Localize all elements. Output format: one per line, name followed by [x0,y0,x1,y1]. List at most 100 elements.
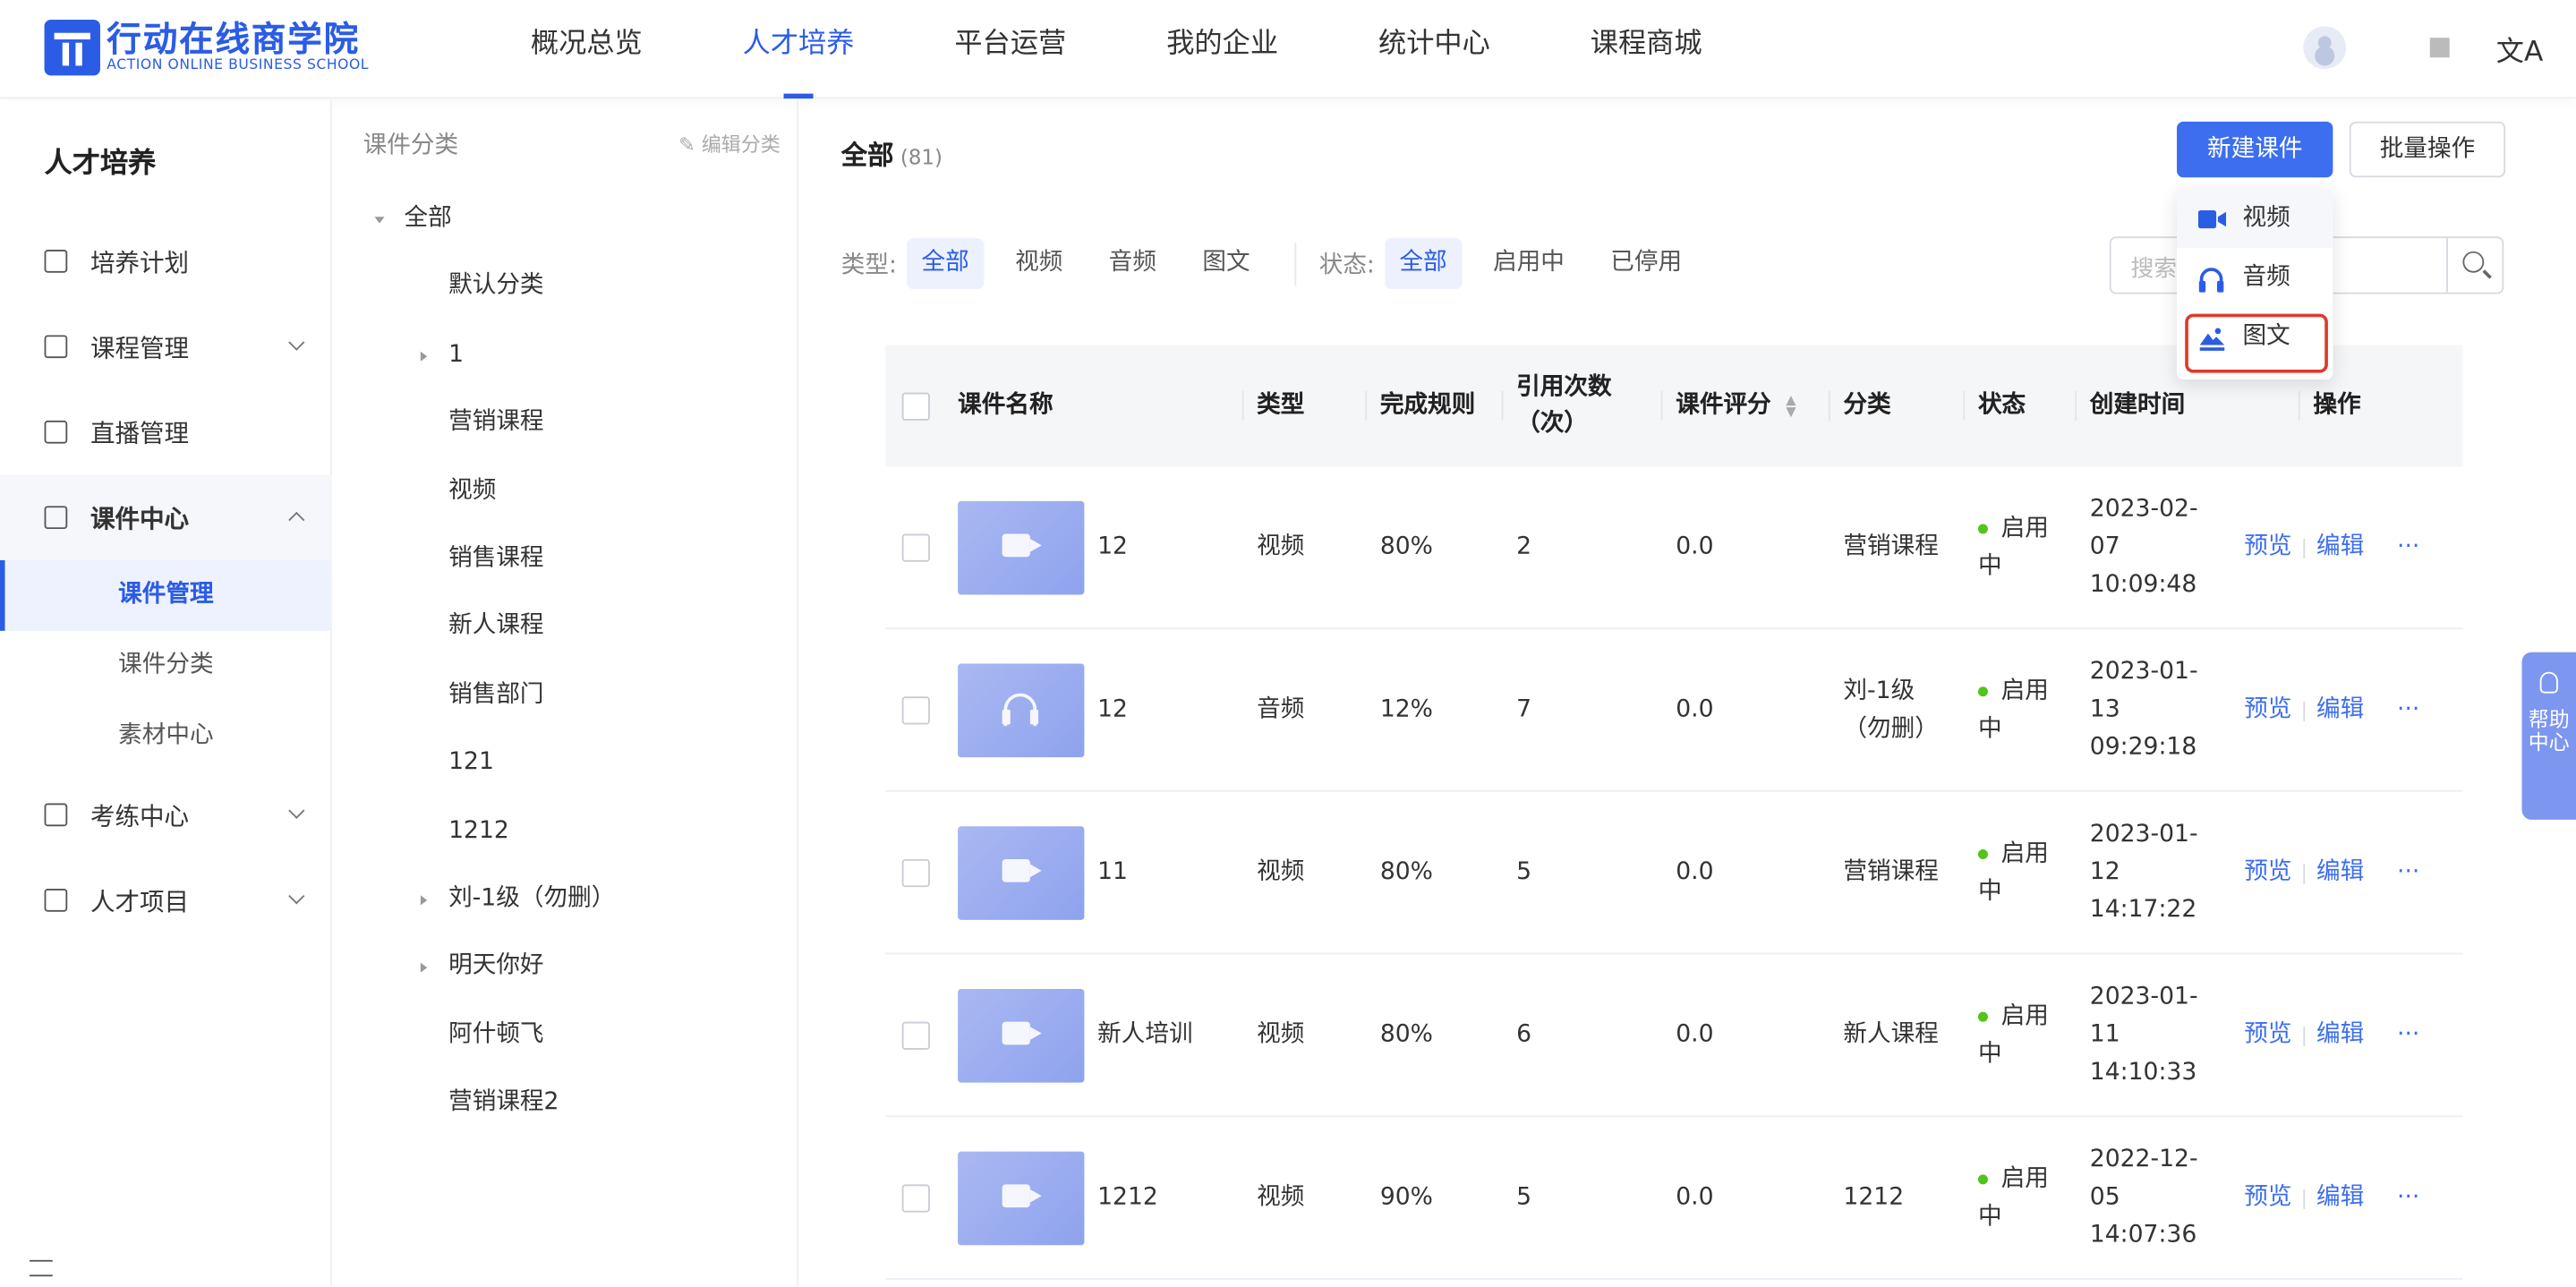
sidebar-sub-material[interactable]: 素材中心 [0,702,332,772]
tree-node[interactable]: 明天你好 [334,933,798,1001]
preview-link[interactable]: 预览 [2244,692,2291,729]
sidebar-sub-courseware-manage[interactable]: 课件管理 [0,559,332,631]
row-checkbox[interactable] [901,1184,930,1213]
search-icon[interactable] [2446,238,2502,293]
col-status: 状态 [1963,345,2026,466]
translate-icon[interactable]: 文A [2496,27,2544,68]
tree-node[interactable]: 销售部门 [334,661,798,729]
type-filter-article[interactable]: 图文 [1188,238,1265,289]
more-icon[interactable]: ··· [2397,1017,2419,1054]
row-checkbox[interactable] [901,1021,930,1050]
square-icon[interactable] [2430,38,2451,58]
col-score[interactable]: 课件评分 ▲ ▼ [1660,345,1796,466]
tree-node-label: 全部 [404,205,452,232]
category-panel: 课件分类 ✎ 编辑分类 全部 默认分类 1 营销课程 视频 销售课程 新人课程 … [334,99,799,1287]
name-cell: 1212 [958,1117,1158,1280]
main-content: 全部 (81) 新建课件 批量操作 类型: 全部 视频 音频 图文 状态: 全部 … [800,100,2576,1286]
tree-node-all[interactable]: 全部 [334,185,798,253]
sidebar-sub-courseware-category[interactable]: 课件分类 [0,631,332,702]
sidebar-item-courseware[interactable]: 课件中心 [0,474,332,560]
caret-right-icon[interactable] [420,895,428,906]
tree-node[interactable]: 121 [334,729,798,797]
nav-mall[interactable]: 课程商城 [1591,0,1702,98]
row-select-cell [901,629,930,792]
sidebar-title: 人才培养 [44,148,157,181]
courseware-thumbnail[interactable] [958,663,1085,758]
row-checkbox[interactable] [901,533,930,562]
courseware-thumbnail[interactable] [958,988,1085,1083]
sidebar-item-plan[interactable]: 培养计划 [0,218,332,303]
action-divider [2303,538,2306,558]
type-cell: 视频 [1257,858,1305,886]
preview-link[interactable]: 预览 [2244,1017,2291,1054]
caret-right-icon[interactable] [420,351,428,362]
edit-link[interactable]: 编辑 [2316,692,2364,729]
sidebar-item-course[interactable]: 课程管理 [0,304,332,389]
status-filter-disabled[interactable]: 已停用 [1596,238,1697,289]
courseware-name: 1212 [1097,1184,1158,1211]
row-select-cell [901,792,930,955]
courseware-thumbnail[interactable] [958,500,1085,595]
type-filter-video[interactable]: 视频 [1001,238,1078,289]
sidebar-item-exam[interactable]: 考练中心 [0,772,332,857]
edit-link[interactable]: 编辑 [2316,1180,2364,1217]
caret-down-icon[interactable] [374,217,385,224]
select-all-checkbox[interactable] [901,391,930,420]
nav-statistics[interactable]: 统计中心 [1378,0,1490,98]
more-icon[interactable]: ··· [2397,692,2419,729]
row-checkbox[interactable] [901,696,930,725]
action-divider [2303,700,2306,720]
preview-link[interactable]: 预览 [2244,529,2291,567]
tree-node[interactable]: 营销课程2 [334,1070,798,1138]
edit-category-link[interactable]: ✎ 编辑分类 [678,130,780,158]
tree-node[interactable]: 1212 [334,797,798,865]
rule-cell: 80% [1379,858,1433,886]
page-title-text: 全部 [840,140,894,171]
status-filter-all[interactable]: 全部 [1384,238,1463,290]
nav-platform[interactable]: 平台运营 [954,0,1066,98]
tree-node[interactable]: 1 [334,321,798,389]
table-row: 新人培训 视频 80% 6 0.0 新人课程 启用中 2023-01-11 14… [885,954,2463,1118]
nav-talent[interactable]: 人才培养 [743,0,854,99]
logo[interactable]: 行动在线商学院 ACTION ONLINE BUSINESS SCHOOL [44,20,370,76]
batch-operation-button[interactable]: 批量操作 [2349,121,2506,178]
name-cell: 12 [958,466,1128,629]
new-courseware-button[interactable]: 新建课件 [2177,121,2333,178]
nav-overview[interactable]: 概况总览 [531,0,643,98]
tree-node[interactable]: 新人课程 [334,593,798,661]
preview-link[interactable]: 预览 [2244,1180,2291,1217]
nav-enterprise[interactable]: 我的企业 [1166,0,1278,98]
edit-link[interactable]: 编辑 [2316,1017,2364,1054]
sort-icon[interactable]: ▲ ▼ [1786,394,1796,419]
chevron-down-icon [288,888,305,905]
tree-node[interactable]: 默认分类 [334,253,798,321]
caret-right-icon[interactable] [420,963,428,974]
help-center-tab[interactable]: 帮助中心 [2521,652,2576,820]
status-filter-enabled[interactable]: 启用中 [1479,238,1580,289]
sidebar-item-project[interactable]: 人才项目 [0,857,332,942]
menu-collapse-icon[interactable] [30,1259,53,1277]
courseware-thumbnail[interactable] [958,1151,1085,1246]
preview-link[interactable]: 预览 [2244,854,2291,891]
dropdown-item-audio[interactable]: 音频 [2177,248,2333,307]
more-icon[interactable]: ··· [2397,1180,2419,1217]
tree-node-label: 1 [448,341,465,368]
sidebar-item-live[interactable]: 直播管理 [0,389,332,474]
row-checkbox[interactable] [901,858,930,888]
edit-link[interactable]: 编辑 [2316,529,2364,567]
tree-node[interactable]: 刘-1级（勿删） [334,865,798,933]
type-filter-all[interactable]: 全部 [906,238,985,290]
type-filter-audio[interactable]: 音频 [1094,238,1171,289]
courseware-thumbnail[interactable] [958,826,1085,920]
more-icon[interactable]: ··· [2397,529,2419,567]
more-icon[interactable]: ··· [2397,854,2419,891]
action-divider [2303,1188,2306,1209]
edit-link[interactable]: 编辑 [2316,854,2364,891]
tree-node[interactable]: 营销课程 [334,389,798,457]
tree-node[interactable]: 阿什顿飞 [334,1001,798,1070]
tree-node[interactable]: 销售课程 [334,525,798,593]
avatar[interactable] [2304,26,2347,70]
dropdown-item-video[interactable]: 视频 [2177,189,2333,249]
tree-node[interactable]: 视频 [334,457,798,525]
status-cell: 启用中 [1977,466,2057,629]
